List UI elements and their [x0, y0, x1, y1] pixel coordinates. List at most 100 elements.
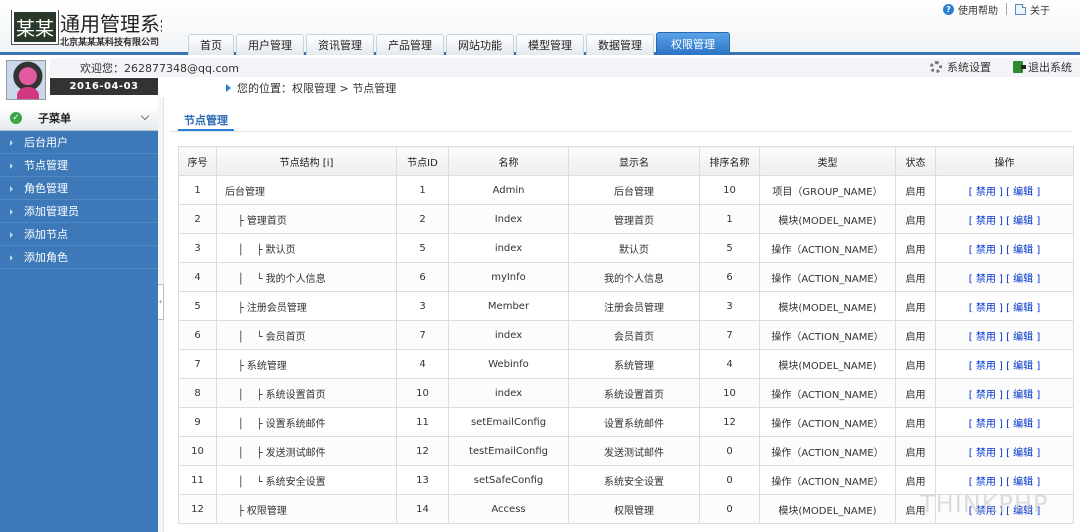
bracket: ]	[1033, 273, 1041, 285]
bracket: ]	[1033, 302, 1041, 314]
cell-sort: 3	[699, 291, 760, 321]
cell-type: 操作（ACTION_NAME）	[759, 436, 896, 466]
cell-status: 启用	[895, 233, 936, 263]
edit-link[interactable]: 编辑	[1013, 361, 1033, 372]
avatar[interactable]	[6, 60, 46, 100]
cell-type: 模块(MODEL_NAME)	[759, 291, 896, 321]
cell-struct: ├ 注册会员管理	[216, 291, 397, 321]
sidebar-header[interactable]: ✓ 子菜单	[0, 106, 158, 131]
cell-name: myInfo	[448, 262, 569, 292]
sidebar-item[interactable]: 后台用户	[0, 131, 158, 154]
disable-link[interactable]: 禁用	[976, 303, 996, 314]
edit-link[interactable]: 编辑	[1013, 187, 1033, 198]
edit-link[interactable]: 编辑	[1013, 274, 1033, 285]
cell-sort: 10	[699, 378, 760, 408]
table-header-row: 序号 节点结构 [i] 节点ID 名称 显示名 排序名称 类型 状态 操作	[178, 146, 1074, 176]
disable-link[interactable]: 禁用	[976, 274, 996, 285]
cell-name: Webinfo	[448, 349, 569, 379]
cell-name: setSafeConfig	[448, 465, 569, 495]
help-link[interactable]: ? 使用帮助	[943, 2, 998, 17]
disable-link[interactable]: 禁用	[976, 187, 996, 198]
sidebar-item[interactable]: 添加节点	[0, 223, 158, 246]
cell-sort: 10	[699, 175, 760, 205]
cell-name: index	[448, 233, 569, 263]
cell-no: 10	[178, 436, 217, 466]
disable-link[interactable]: 禁用	[976, 419, 996, 430]
about-link[interactable]: 关于	[1015, 2, 1050, 17]
edit-link[interactable]: 编辑	[1013, 448, 1033, 459]
nav-tab[interactable]: 数据管理	[586, 34, 654, 55]
datetime-display: 2016-04-03 04:42:36	[50, 78, 158, 109]
table-row: 3 │ ├ 默认页 5 index 默认页 5 操作（ACTION_NAME） 启用[ 禁用…	[178, 233, 1074, 263]
sidebar-item[interactable]: 添加角色	[0, 246, 158, 269]
tab-divider	[170, 131, 1072, 132]
collapse-sidebar-handle[interactable]: ‹	[158, 284, 164, 320]
disable-link[interactable]: 禁用	[976, 216, 996, 227]
sidebar-header-label: 子菜单	[38, 112, 71, 125]
settings-button[interactable]: 系统设置	[930, 59, 991, 75]
top-header: 某某 通用管理系统 北京某某某科技有限公司 ? 使用帮助 关于 首页用户管理资讯…	[0, 0, 1080, 55]
disable-link[interactable]: 禁用	[976, 361, 996, 372]
bracket: ]	[1033, 244, 1041, 256]
logout-button[interactable]: 退出系统	[1013, 59, 1072, 75]
table-row: 1 后台管理 1 Admin 后台管理 10 项目（GROUP_NAME） 启用[ 禁用 ] …	[178, 175, 1074, 205]
sidebar-item[interactable]: 节点管理	[0, 154, 158, 177]
cell-id: 12	[396, 436, 449, 466]
disable-link[interactable]: 禁用	[976, 390, 996, 401]
arrow-right-icon	[226, 84, 231, 92]
cell-type: 操作（ACTION_NAME）	[759, 262, 896, 292]
edit-link[interactable]: 编辑	[1013, 332, 1033, 343]
watermark: THINKPHP	[920, 490, 1049, 518]
cell-id: 14	[396, 494, 449, 524]
nav-tab[interactable]: 产品管理	[376, 34, 444, 55]
cell-struct: │ └ 我的个人信息	[216, 262, 397, 292]
cell-status: 启用	[895, 378, 936, 408]
column-header[interactable]: 节点结构 [i]	[216, 146, 397, 176]
bracket: ]	[1033, 215, 1041, 227]
cell-no: 8	[178, 378, 217, 408]
column-header: 排序名称	[699, 146, 760, 176]
logo: 某某 通用管理系统 北京某某某科技有限公司	[10, 10, 162, 50]
cell-no: 6	[178, 320, 217, 350]
nav-tab[interactable]: 资讯管理	[306, 34, 374, 55]
sidebar-item[interactable]: 角色管理	[0, 177, 158, 200]
nav-tab[interactable]: 用户管理	[236, 34, 304, 55]
bracket: ]	[1033, 447, 1041, 459]
nav-tab[interactable]: 首页	[188, 34, 234, 55]
edit-link[interactable]: 编辑	[1013, 216, 1033, 227]
disable-link[interactable]: 禁用	[976, 332, 996, 343]
nav-tab[interactable]: 网站功能	[446, 34, 514, 55]
cell-status: 启用	[895, 291, 936, 321]
cell-sort: 6	[699, 262, 760, 292]
cell-actions: [ 禁用 ] [ 编辑 ]	[935, 262, 1074, 292]
disable-link[interactable]: 禁用	[976, 477, 996, 488]
cell-id: 3	[396, 291, 449, 321]
edit-link[interactable]: 编辑	[1013, 477, 1033, 488]
nav-tab[interactable]: 权限管理	[656, 32, 730, 55]
bracket: [	[968, 331, 976, 343]
tab-node-management[interactable]: 节点管理	[178, 112, 234, 131]
cell-id: 10	[396, 378, 449, 408]
sidebar-item[interactable]: 添加管理员	[0, 200, 158, 223]
cell-id: 2	[396, 204, 449, 234]
cell-status: 启用	[895, 204, 936, 234]
disable-link[interactable]: 禁用	[976, 245, 996, 256]
edit-link[interactable]: 编辑	[1013, 419, 1033, 430]
cell-title: 发送测试邮件	[568, 436, 700, 466]
cell-actions: [ 禁用 ] [ 编辑 ]	[935, 349, 1074, 379]
cell-no: 12	[178, 494, 217, 524]
table-row: 2 ├ 管理首页 2 Index 管理首页 1 模块(MODEL_NAME) 启用[ 禁用 …	[178, 204, 1074, 234]
edit-link[interactable]: 编辑	[1013, 390, 1033, 401]
edit-link[interactable]: 编辑	[1013, 303, 1033, 314]
disable-link[interactable]: 禁用	[976, 448, 996, 459]
cell-struct: ├ 权限管理	[216, 494, 397, 524]
bracket: ]	[1033, 389, 1041, 401]
cell-type: 操作（ACTION_NAME）	[759, 233, 896, 263]
bracket: [	[968, 186, 976, 198]
bracket: [	[968, 215, 976, 227]
nav-tab[interactable]: 模型管理	[516, 34, 584, 55]
edit-link[interactable]: 编辑	[1013, 245, 1033, 256]
cell-no: 3	[178, 233, 217, 263]
bracket: ]	[1033, 331, 1041, 343]
cell-type: 操作（ACTION_NAME）	[759, 378, 896, 408]
